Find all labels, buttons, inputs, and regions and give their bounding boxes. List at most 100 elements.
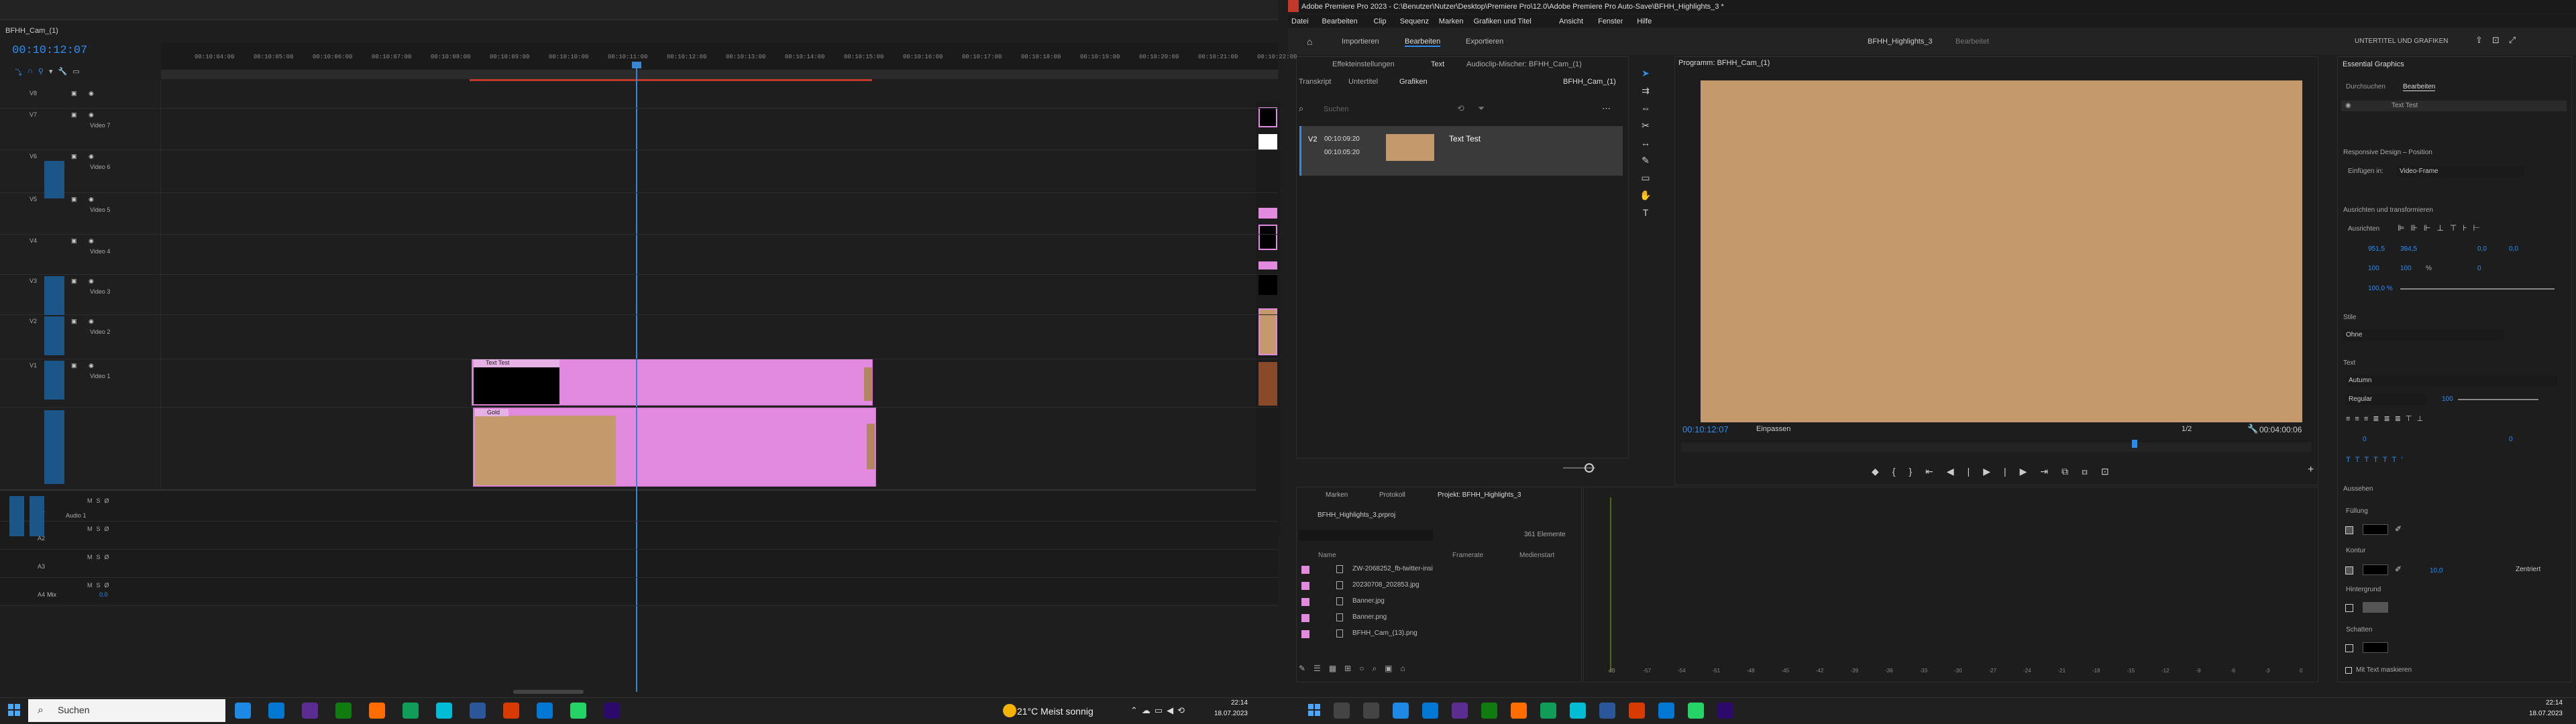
text-panel-tab[interactable]: Audioclip-Mischer: BFHH_Cam_(1) xyxy=(1466,60,1582,68)
background-checkbox[interactable] xyxy=(2345,604,2353,612)
project-file-row[interactable]: BFHH_Cam_(13).png xyxy=(1352,629,1417,637)
stroke-swatch[interactable] xyxy=(2363,564,2388,575)
taskbar-app-icon[interactable] xyxy=(604,703,620,719)
taskbar-app-icon[interactable] xyxy=(235,703,251,719)
project-panel-tab[interactable]: Protokoll xyxy=(1379,491,1405,499)
lock-icon[interactable]: ▣ xyxy=(71,278,77,285)
text-style-icons[interactable]: TTTTTT' xyxy=(2346,456,2407,464)
taskbar-app-icon[interactable] xyxy=(503,703,519,719)
windows-start-icon[interactable] xyxy=(8,704,20,716)
program-fit[interactable]: Einpassen xyxy=(1756,425,1790,433)
insert-icon[interactable]: ⤵ xyxy=(15,67,22,77)
menu-grafiken-und-titel[interactable]: Grafiken und Titel xyxy=(1474,17,1532,25)
eg-tab-edit[interactable]: Bearbeiten xyxy=(2403,83,2436,91)
lock-icon[interactable]: ▣ xyxy=(71,362,77,369)
snap-icon[interactable]: ∩ xyxy=(28,67,33,76)
lock-icon[interactable]: ▣ xyxy=(71,237,77,245)
taskbar-app-icon[interactable] xyxy=(1363,703,1379,719)
pen-icon[interactable]: ✎ xyxy=(1637,152,1654,169)
project-file-row[interactable]: Banner.png xyxy=(1352,613,1387,621)
project-panel-tab[interactable]: Marken xyxy=(1326,491,1348,499)
program-timecode[interactable]: 00:10:12:07 xyxy=(1682,424,1729,434)
selection-tool-icon[interactable]: ➤ xyxy=(1637,64,1654,82)
scale[interactable]: 100 xyxy=(2368,265,2379,272)
project-column-header[interactable]: Medienstart xyxy=(1519,552,1554,559)
project-column-header[interactable]: Framerate xyxy=(1452,552,1483,559)
pos-x[interactable]: 951,5 xyxy=(2368,245,2385,253)
program-frame[interactable] xyxy=(1701,80,2302,422)
audio-track-controls[interactable]: MSØ xyxy=(87,554,113,560)
audio-target-toggle[interactable] xyxy=(30,496,44,536)
fill-swatch[interactable] xyxy=(2363,524,2388,535)
transport-controls[interactable]: ◆{}⇤◀|▶|▶⇥⧉⧈⊡ xyxy=(1872,466,2123,477)
razor-icon[interactable]: ✂ xyxy=(1637,117,1654,134)
menu-marken[interactable]: Marken xyxy=(1439,17,1464,25)
text-search[interactable]: Suchen xyxy=(1324,105,1348,113)
type-tool-icon[interactable]: T xyxy=(1637,204,1654,221)
tracking[interactable]: 0 xyxy=(2363,436,2367,443)
taskbar-app-icon[interactable] xyxy=(537,703,553,719)
settings-icon[interactable]: 🔧 xyxy=(58,67,68,76)
more-icon[interactable]: ⋯ xyxy=(1602,103,1611,114)
menu-ansicht[interactable]: Ansicht xyxy=(1559,17,1583,25)
project-column-header[interactable]: Name xyxy=(1318,552,1336,559)
font-select[interactable]: Autumn xyxy=(2346,375,2557,386)
taskbar-app-icon[interactable] xyxy=(1452,703,1468,719)
taskbar-search[interactable]: Suchen xyxy=(28,699,225,722)
eye-icon[interactable]: ◉ xyxy=(89,278,94,285)
track-target-toggle[interactable] xyxy=(44,276,64,315)
timeline-scrollbar[interactable] xyxy=(513,690,584,694)
taskbar-app-icon[interactable] xyxy=(1481,703,1497,719)
eye-icon[interactable]: ◉ xyxy=(89,153,94,160)
captions-icon[interactable]: ▭ xyxy=(72,67,79,76)
workspace-tab[interactable]: Bearbeiten xyxy=(1405,38,1441,47)
eye-icon[interactable]: ◉ xyxy=(89,318,94,325)
eg-pin-select[interactable]: Video-Frame xyxy=(2397,166,2524,177)
menu-fenster[interactable]: Fenster xyxy=(1598,17,1623,25)
lock-icon[interactable]: ▣ xyxy=(71,90,77,97)
fill-checkbox[interactable] xyxy=(2345,526,2353,534)
clock-date-left[interactable]: 18.07.2023 xyxy=(1208,710,1248,717)
anchor-x[interactable]: 0,0 xyxy=(2477,245,2487,253)
linked-selection-icon[interactable]: ⚲ xyxy=(38,67,44,76)
windows-start-icon[interactable] xyxy=(1308,704,1320,716)
program-quality[interactable]: 1/2 xyxy=(2182,425,2192,433)
shadow-swatch[interactable] xyxy=(2363,642,2388,653)
font-size[interactable]: 100 xyxy=(2442,396,2453,403)
timeline-timecode[interactable]: 00:10:12:07 xyxy=(12,44,87,57)
home-icon[interactable]: ⌂ xyxy=(1307,36,1312,47)
text-panel-tools[interactable]: ⟲⏷ xyxy=(1457,103,1498,114)
taskbar-app-icon[interactable] xyxy=(335,703,352,719)
marker-icon[interactable]: ▾ xyxy=(49,67,53,76)
paragraph-align-icons[interactable]: ≡≡≡≣≣≣⊤⊥ xyxy=(2346,414,2428,423)
taskbar-app-icon[interactable] xyxy=(1717,703,1733,719)
audio-track-controls[interactable]: MSØ xyxy=(87,582,113,589)
taskbar-app-icon[interactable] xyxy=(1511,703,1527,719)
audio-track-controls[interactable]: MSØ xyxy=(87,526,113,532)
lock-icon[interactable]: ▣ xyxy=(71,111,77,119)
menu-hilfe[interactable]: Hilfe xyxy=(1637,17,1652,25)
lock-icon[interactable]: ▣ xyxy=(71,196,77,203)
tray-icons-left[interactable]: ⌃☁▭◀⟲ xyxy=(1130,705,1189,716)
eyedropper-icon[interactable]: ✐ xyxy=(2395,524,2402,534)
mask-checkbox[interactable] xyxy=(2345,667,2352,674)
eye-icon[interactable]: ◉ xyxy=(2345,102,2351,109)
kerning[interactable]: 0 xyxy=(2509,436,2513,443)
eye-icon[interactable]: ◉ xyxy=(89,196,94,203)
pos-y[interactable]: 394,5 xyxy=(2400,245,2417,253)
program-tab[interactable]: Programm: BFHH_Cam_(1) xyxy=(1678,59,1770,67)
workspace-tab[interactable]: Exportieren xyxy=(1466,38,1503,46)
hand-icon[interactable]: ✋ xyxy=(1637,186,1654,204)
clock-time-right[interactable]: 22:14 xyxy=(2522,699,2563,707)
opacity-slider[interactable] xyxy=(2400,288,2555,290)
eg-layer-row[interactable] xyxy=(2341,101,2567,111)
taskbar-app-icon[interactable] xyxy=(1334,703,1350,719)
anchor-y[interactable]: 0,0 xyxy=(2509,245,2518,253)
lock-icon[interactable]: ▣ xyxy=(71,153,77,160)
taskbar-app-icon[interactable] xyxy=(1422,703,1438,719)
taskbar-app-icon[interactable] xyxy=(1599,703,1615,719)
eye-icon[interactable]: ◉ xyxy=(89,111,94,119)
eyedropper-icon[interactable]: ✐ xyxy=(2395,564,2402,574)
ripple-edit-icon[interactable]: ⇔ xyxy=(1637,99,1654,117)
background-swatch[interactable] xyxy=(2363,602,2388,613)
